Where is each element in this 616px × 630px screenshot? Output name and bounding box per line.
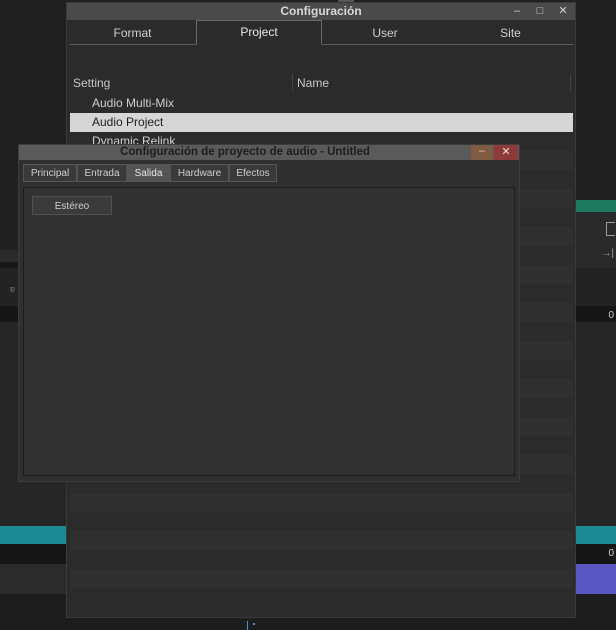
empty-row [70, 569, 573, 588]
toolbar-small-label: ɐ [10, 284, 16, 294]
side-panel [576, 212, 616, 268]
timecode-zero-label: 0 [608, 548, 614, 559]
audio-dialog-titlebar[interactable]: Configuración de proyecto de audio - Unt… [19, 145, 519, 160]
playhead-dot [253, 623, 255, 625]
tab-project[interactable]: Project [196, 20, 322, 45]
tab-principal[interactable]: Principal [23, 164, 77, 182]
maximize-icon[interactable]: □ [532, 5, 548, 18]
tab-format[interactable]: Format [70, 23, 195, 44]
list-item-selected[interactable]: Audio Project [70, 113, 573, 132]
list-item[interactable]: Audio Multi-Mix [70, 94, 573, 113]
bracket-icon[interactable] [606, 222, 615, 236]
playhead-marker [247, 621, 248, 630]
timecode-zero-label: 0 [608, 310, 614, 321]
empty-row [70, 493, 573, 512]
settings-tab-bar: Format Project User Site [70, 20, 573, 45]
minimize-icon[interactable]: – [471, 145, 493, 160]
column-divider[interactable] [292, 74, 293, 91]
column-divider[interactable] [570, 74, 571, 91]
dialog-title: Configuración de proyecto de audio - Unt… [120, 146, 370, 158]
tab-salida[interactable]: Salida [127, 164, 170, 182]
column-name[interactable]: Name [297, 76, 329, 90]
minimize-icon[interactable]: – [509, 5, 525, 18]
close-icon[interactable]: ✕ [555, 5, 571, 18]
column-setting[interactable]: Setting [73, 76, 110, 90]
stereo-output-button[interactable]: Estéreo [32, 196, 112, 215]
tab-site[interactable]: Site [448, 23, 573, 44]
output-panel: Estéreo [23, 187, 515, 476]
tab-hardware[interactable]: Hardware [170, 164, 229, 182]
close-icon[interactable]: ✕ [494, 145, 518, 160]
tab-user[interactable]: User [322, 23, 448, 44]
empty-row [70, 512, 573, 531]
jump-end-icon[interactable]: →| [601, 248, 614, 259]
purple-clip[interactable] [576, 564, 616, 594]
configuracion-titlebar[interactable]: Configuración – □ ✕ [67, 3, 575, 20]
audio-project-dialog: Configuración de proyecto de audio - Unt… [18, 144, 520, 482]
tab-efectos[interactable]: Efectos [229, 164, 277, 182]
empty-row [70, 550, 573, 569]
window-title: Configuración [280, 4, 362, 18]
empty-row [70, 531, 573, 550]
settings-column-header: Setting Name [70, 73, 573, 92]
side-green-bar [576, 200, 616, 212]
tab-entrada[interactable]: Entrada [77, 164, 127, 182]
